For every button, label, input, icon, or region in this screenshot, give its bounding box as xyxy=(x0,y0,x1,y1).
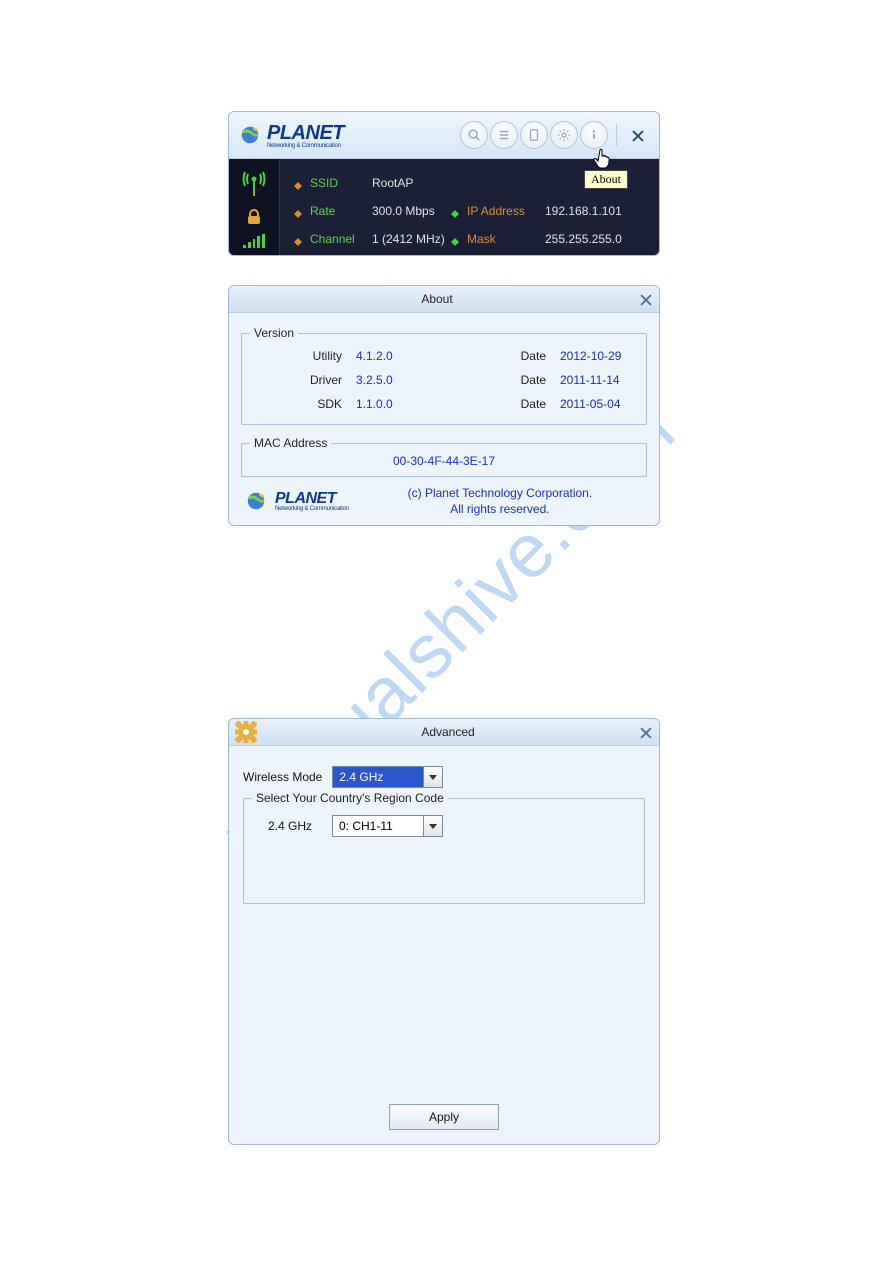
toolbar-separator xyxy=(616,124,617,146)
version-date-value: 2012-10-29 xyxy=(560,349,621,363)
region-fieldset: Select Your Country's Region Code 2.4 GH… xyxy=(243,798,645,904)
bullet-icon xyxy=(451,235,459,243)
bullet-icon xyxy=(294,207,302,215)
chevron-down-icon xyxy=(423,767,442,787)
advanced-title: Advanced xyxy=(257,725,639,739)
lock-icon xyxy=(245,208,263,226)
status-value: 300.0 Mbps xyxy=(372,204,435,218)
copyright-text: (c) Planet Technology Corporation. All r… xyxy=(357,485,643,517)
region-row: 2.4 GHz 0: CH1-11 xyxy=(268,815,634,837)
wireless-mode-select[interactable]: 2.4 GHz xyxy=(332,766,443,788)
version-row: SDK 1.1.0.0 Date 2011-05-04 xyxy=(252,392,636,416)
status-value: 255.255.255.0 xyxy=(545,232,645,246)
apply-row: Apply xyxy=(229,1094,659,1144)
about-title: About xyxy=(235,292,639,306)
gear-icon xyxy=(235,721,257,743)
version-date-key: Date xyxy=(466,397,560,411)
advanced-body: Wireless Mode 2.4 GHz Select Your Countr… xyxy=(229,746,659,1094)
status-panel: PLANET Networking & Communication xyxy=(228,111,660,256)
wireless-mode-row: Wireless Mode 2.4 GHz xyxy=(243,766,645,788)
region-select[interactable]: 0: CH1-11 xyxy=(332,815,443,837)
info-icon[interactable] xyxy=(580,121,608,149)
antenna-icon xyxy=(241,166,267,200)
version-value: 4.1.2.0 xyxy=(356,349,466,363)
advanced-titlebar: Advanced xyxy=(229,719,659,746)
status-side-icons xyxy=(229,159,280,255)
brand-name: PLANET xyxy=(275,490,336,507)
about-body: Version Utility 4.1.2.0 Date 2012-10-29 … xyxy=(229,313,659,525)
brand-text: PLANET Networking & Communication xyxy=(267,122,344,149)
gear-icon[interactable] xyxy=(550,121,578,149)
about-titlebar: About xyxy=(229,286,659,313)
wireless-mode-value: 2.4 GHz xyxy=(333,767,423,787)
close-icon[interactable] xyxy=(639,292,653,306)
version-key: Utility xyxy=(252,349,356,363)
version-legend: Version xyxy=(250,326,298,340)
tooltip-about: About xyxy=(584,170,628,189)
version-value: 1.1.0.0 xyxy=(356,397,466,411)
brand-name: PLANET xyxy=(267,122,344,144)
brand-logo: PLANET Networking & Communication xyxy=(239,122,344,149)
version-key: Driver xyxy=(252,373,356,387)
status-label: Channel xyxy=(310,232,372,246)
list-icon[interactable] xyxy=(490,121,518,149)
status-value: 192.168.1.101 xyxy=(545,204,645,218)
copyright-line2: All rights reserved. xyxy=(357,501,643,517)
search-icon[interactable] xyxy=(460,121,488,149)
version-date-key: Date xyxy=(466,373,560,387)
toolbar xyxy=(460,121,651,149)
status-label: Mask xyxy=(467,232,545,246)
copyright-line1: (c) Planet Technology Corporation. xyxy=(357,485,643,501)
brand-tagline: Networking & Communication xyxy=(275,506,349,512)
planet-globe-icon xyxy=(239,124,261,146)
status-value: 1 (2412 MHz) xyxy=(372,232,445,246)
status-row-channel: Channel 1 (2412 MHz) Mask 255.255.255.0 xyxy=(294,225,645,253)
status-row-rate: Rate 300.0 Mbps IP Address 192.168.1.101 xyxy=(294,197,645,225)
bullet-icon xyxy=(294,179,302,187)
status-value: RootAP xyxy=(372,176,413,190)
mac-legend: MAC Address xyxy=(250,436,331,450)
region-legend: Select Your Country's Region Code xyxy=(252,791,448,805)
version-row: Driver 3.2.5.0 Date 2011-11-14 xyxy=(252,368,636,392)
advanced-panel: Advanced Wireless Mode 2.4 GHz Select Yo… xyxy=(228,718,660,1145)
band-label: 2.4 GHz xyxy=(268,819,322,833)
bullet-icon xyxy=(451,207,459,215)
version-date-value: 2011-11-14 xyxy=(560,373,620,387)
about-panel: About Version Utility 4.1.2.0 Date 2012-… xyxy=(228,285,660,526)
version-key: SDK xyxy=(252,397,356,411)
bullet-icon xyxy=(294,235,302,243)
planet-globe-icon xyxy=(245,490,267,512)
mac-value: 00-30-4F-44-3E-17 xyxy=(252,448,636,470)
version-value: 3.2.5.0 xyxy=(356,373,466,387)
status-label: IP Address xyxy=(467,204,545,218)
status-titlebar: PLANET Networking & Communication xyxy=(229,112,659,159)
status-label: Rate xyxy=(310,204,372,218)
chevron-down-icon xyxy=(423,816,442,836)
region-value: 0: CH1-11 xyxy=(333,816,423,836)
signal-bars-icon xyxy=(243,234,265,248)
close-icon[interactable] xyxy=(631,128,645,142)
version-fieldset: Version Utility 4.1.2.0 Date 2012-10-29 … xyxy=(241,333,647,425)
close-icon[interactable] xyxy=(639,725,653,739)
status-label: SSID xyxy=(310,176,372,190)
brand-tagline: Networking & Communication xyxy=(267,143,344,149)
version-row: Utility 4.1.2.0 Date 2012-10-29 xyxy=(252,344,636,368)
brand-text-small: PLANET Networking & Communication xyxy=(275,490,349,512)
apply-button[interactable]: Apply xyxy=(389,1104,499,1130)
version-date-key: Date xyxy=(466,349,560,363)
version-date-value: 2011-05-04 xyxy=(560,397,621,411)
mac-fieldset: MAC Address 00-30-4F-44-3E-17 xyxy=(241,443,647,477)
about-footer: PLANET Networking & Communication (c) Pl… xyxy=(241,483,647,517)
wireless-mode-label: Wireless Mode xyxy=(243,770,322,784)
page-icon[interactable] xyxy=(520,121,548,149)
